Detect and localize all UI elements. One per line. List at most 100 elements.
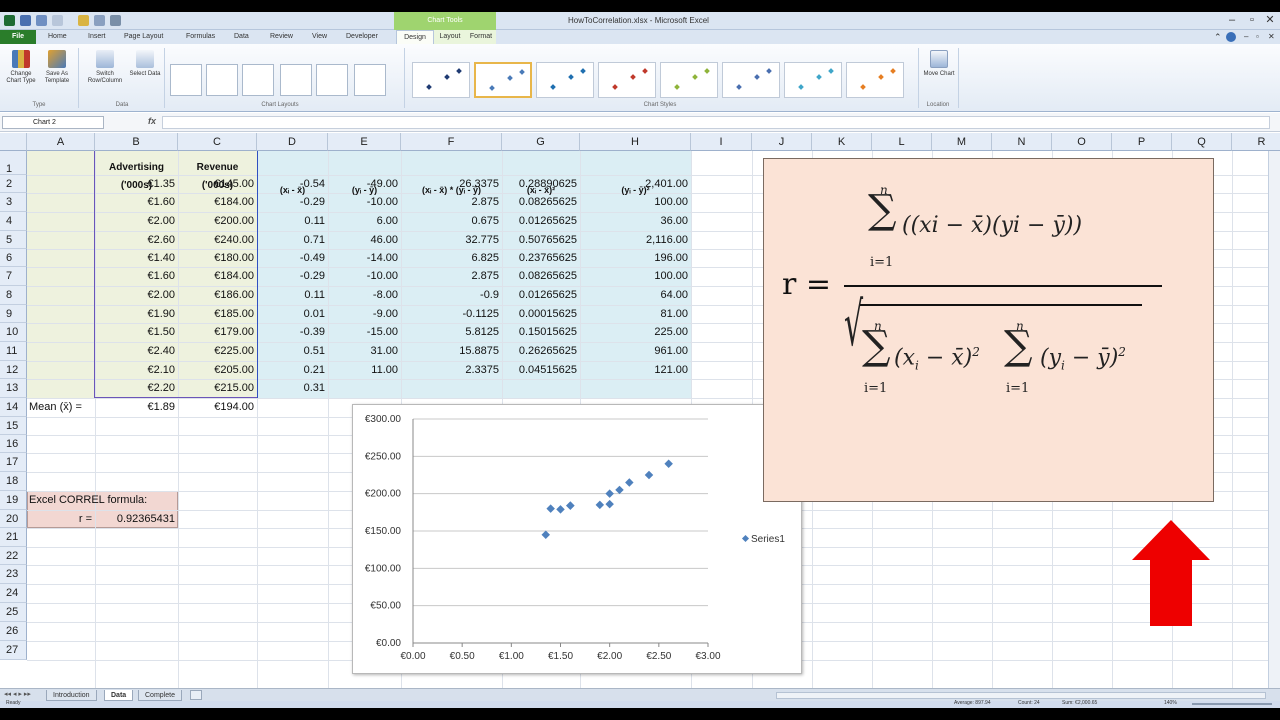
column-header[interactable]: A bbox=[27, 133, 95, 151]
tab-data[interactable]: Data bbox=[234, 30, 249, 44]
cell-h[interactable]: 2,401.00 bbox=[580, 175, 691, 193]
doc-restore-icon[interactable]: ▫ bbox=[1256, 30, 1259, 44]
cell-f[interactable]: 32.775 bbox=[401, 231, 502, 249]
mean-revenue[interactable]: €194.00 bbox=[178, 398, 257, 417]
cell-e[interactable]: 6.00 bbox=[328, 212, 401, 231]
doc-minimize-icon[interactable]: – bbox=[1244, 30, 1248, 44]
vertical-scrollbar[interactable] bbox=[1268, 151, 1280, 688]
row-header[interactable]: 13 bbox=[0, 379, 27, 398]
row-header[interactable]: 2 bbox=[0, 175, 27, 193]
row-header[interactable]: 9 bbox=[0, 305, 27, 323]
row-header[interactable]: 16 bbox=[0, 435, 27, 453]
cell-f[interactable]: -0.1125 bbox=[401, 305, 502, 323]
cell-c[interactable]: €184.00 bbox=[178, 193, 257, 212]
column-header[interactable]: E bbox=[328, 133, 401, 151]
cell-h[interactable]: 100.00 bbox=[580, 267, 691, 286]
cell-e[interactable]: -49.00 bbox=[328, 175, 401, 193]
sheet-tab-data[interactable]: Data bbox=[104, 690, 134, 701]
cell-c[interactable]: €200.00 bbox=[178, 212, 257, 231]
cell-d[interactable]: 0.11 bbox=[257, 286, 328, 305]
column-header[interactable]: Q bbox=[1172, 133, 1232, 151]
scatter-chart[interactable]: €0.00 €50.00 €100.00 €150.00 €200.00 €250.00 €… bbox=[352, 404, 802, 674]
row-header[interactable]: 10 bbox=[0, 323, 27, 342]
cell-c[interactable]: €240.00 bbox=[178, 231, 257, 249]
minimize-icon[interactable]: – bbox=[1222, 13, 1242, 27]
cell-c[interactable]: €215.00 bbox=[178, 379, 257, 398]
row-header[interactable]: 25 bbox=[0, 603, 27, 622]
cell-e[interactable]: -14.00 bbox=[328, 249, 401, 267]
chart-style-option[interactable] bbox=[660, 62, 718, 98]
cell-e[interactable]: 11.00 bbox=[328, 361, 401, 379]
cell-g[interactable]: 0.01265625 bbox=[502, 212, 580, 231]
open-icon[interactable] bbox=[78, 15, 89, 26]
row-header[interactable]: 6 bbox=[0, 249, 27, 267]
tab-format[interactable]: Format bbox=[466, 30, 496, 44]
chart-layout-4[interactable] bbox=[280, 64, 312, 96]
row-header[interactable]: 11 bbox=[0, 342, 27, 361]
cell-e[interactable]: -10.00 bbox=[328, 267, 401, 286]
name-box[interactable]: Chart 2 bbox=[2, 116, 104, 129]
cell-b[interactable]: €2.00 bbox=[95, 212, 178, 231]
row-header[interactable]: 12 bbox=[0, 361, 27, 379]
cell-b[interactable]: €2.00 bbox=[95, 286, 178, 305]
cell-e[interactable]: -9.00 bbox=[328, 305, 401, 323]
cell-g[interactable]: 0.04515625 bbox=[502, 361, 580, 379]
column-header[interactable]: P bbox=[1112, 133, 1172, 151]
cell-f[interactable]: 2.875 bbox=[401, 193, 502, 212]
cell-g[interactable] bbox=[502, 379, 580, 398]
tab-home[interactable]: Home bbox=[48, 30, 67, 44]
cell-b[interactable]: €2.60 bbox=[95, 231, 178, 249]
cell-h[interactable]: 64.00 bbox=[580, 286, 691, 305]
chart-layout-3[interactable] bbox=[242, 64, 274, 96]
cell-c[interactable]: €185.00 bbox=[178, 305, 257, 323]
cell-d[interactable]: -0.49 bbox=[257, 249, 328, 267]
column-header[interactable]: D bbox=[257, 133, 328, 151]
cell-h[interactable]: 36.00 bbox=[580, 212, 691, 231]
cell-g[interactable]: 0.08265625 bbox=[502, 267, 580, 286]
horizontal-scrollbar[interactable] bbox=[776, 692, 1266, 699]
chart-style-option[interactable] bbox=[722, 62, 780, 98]
cell-f[interactable]: 2.3375 bbox=[401, 361, 502, 379]
cell-h[interactable]: 121.00 bbox=[580, 361, 691, 379]
change-chart-type-button[interactable]: Change Chart Type bbox=[4, 50, 38, 102]
chart-style-option[interactable] bbox=[784, 62, 842, 98]
chart-style-option[interactable] bbox=[536, 62, 594, 98]
undo-icon[interactable] bbox=[36, 15, 47, 26]
cell-b[interactable]: €1.60 bbox=[95, 267, 178, 286]
row-header[interactable]: 8 bbox=[0, 286, 27, 305]
column-header[interactable]: M bbox=[932, 133, 992, 151]
cell-g[interactable]: 0.08265625 bbox=[502, 193, 580, 212]
row-header[interactable]: 18 bbox=[0, 472, 27, 491]
cell-g[interactable]: 0.50765625 bbox=[502, 231, 580, 249]
cell-f[interactable]: 26.3375 bbox=[401, 175, 502, 193]
save-as-template-button[interactable]: Save As Template bbox=[40, 50, 74, 102]
help-icon[interactable] bbox=[1226, 32, 1236, 42]
cell-e[interactable] bbox=[328, 379, 401, 398]
fx-icon[interactable]: fx bbox=[148, 116, 156, 126]
status-zoom[interactable]: 140% bbox=[1164, 700, 1177, 706]
cell-h[interactable] bbox=[580, 379, 691, 398]
print-icon[interactable] bbox=[94, 15, 105, 26]
cell-e[interactable]: -8.00 bbox=[328, 286, 401, 305]
row-header[interactable]: 20 bbox=[0, 510, 27, 528]
cell-f[interactable] bbox=[401, 379, 502, 398]
row-header[interactable]: 26 bbox=[0, 622, 27, 641]
column-header[interactable]: B bbox=[95, 133, 178, 151]
tab-formulas[interactable]: Formulas bbox=[186, 30, 215, 44]
cell-b[interactable]: €1.90 bbox=[95, 305, 178, 323]
cell-g[interactable]: 0.23765625 bbox=[502, 249, 580, 267]
sheet-nav-arrows-icon[interactable]: ◂◂ ◂ ▸ ▸▸ bbox=[4, 690, 31, 698]
row-header[interactable]: 14 bbox=[0, 398, 27, 417]
chart-layout-6[interactable] bbox=[354, 64, 386, 96]
cell-f[interactable]: 6.825 bbox=[401, 249, 502, 267]
sheet-tab-complete[interactable]: Complete bbox=[138, 690, 182, 701]
cell-f[interactable]: 5.8125 bbox=[401, 323, 502, 342]
row-header[interactable]: 23 bbox=[0, 565, 27, 584]
row-header[interactable]: 4 bbox=[0, 212, 27, 231]
save-icon[interactable] bbox=[20, 15, 31, 26]
column-header[interactable]: K bbox=[812, 133, 872, 151]
doc-close-icon[interactable]: ✕ bbox=[1268, 30, 1275, 44]
cell-c[interactable]: €225.00 bbox=[178, 342, 257, 361]
tab-design[interactable]: Design bbox=[396, 30, 434, 44]
insert-sheet-icon[interactable] bbox=[190, 690, 202, 700]
